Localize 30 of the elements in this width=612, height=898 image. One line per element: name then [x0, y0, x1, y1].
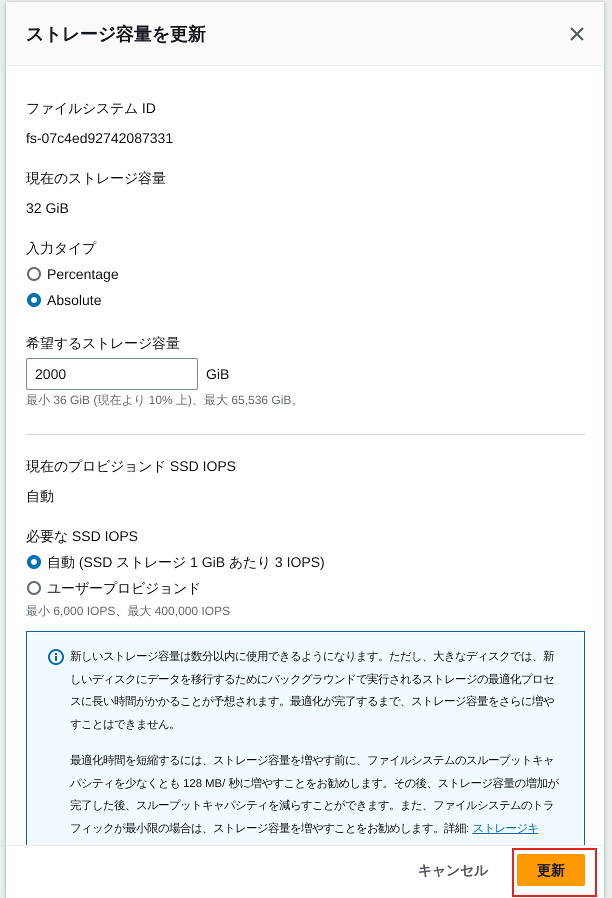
field-label: ファイルシステム ID [26, 99, 157, 118]
docs-link[interactable]: ストレージキ [472, 822, 538, 834]
field-hint: 最小 36 GiB (現在より 10% 上)、最大 65,536 GiB。 [26, 392, 304, 408]
radio-button[interactable] [27, 293, 41, 307]
field-label: 必要な SSD IOPS [26, 527, 140, 546]
field-label: 現在のストレージ容量 [26, 169, 167, 188]
radio-label[interactable]: 自動 (SSD ストレージ 1 GiB あたり 3 IOPS) [47, 552, 325, 572]
dialog-title: ストレージ容量を更新 [26, 22, 206, 46]
info-paragraph: 最適化時間を短縮するには、ストレージ容量を増やす前に、ファイルシステムのスループットキャパシティを少なくとも 128 MB/ 秒に増やすことをお勧めします。その後、ストレージ容量の増加が完了した後、スループットキャパシティを減らすことができます。また、ファイルシステムのトラフィックが最小限の場合は、ストレージ容量を増やすことをお勧めします。詳細: ストレージキ [70, 753, 560, 836]
field-hint: 最小 6,000 IOPS、最大 400,000 IOPS [26, 603, 232, 619]
close-button[interactable] [570, 26, 584, 40]
unit-label: GiB [206, 365, 230, 384]
field-label: 入力タイプ [26, 239, 98, 258]
field-value: fs-07c4ed92742087331 [26, 129, 174, 148]
storage-input[interactable]: 2000 [26, 358, 198, 390]
update-button[interactable]: 更新 [517, 854, 585, 886]
radio-label[interactable]: Percentage [47, 264, 119, 284]
field-label: 現在のプロビジョンド SSD IOPS [26, 457, 238, 476]
radio-button[interactable] [27, 581, 41, 595]
field-value: 32 GiB [26, 199, 70, 218]
cancel-button[interactable]: キャンセル [414, 854, 492, 886]
field-value: 自動 [26, 487, 55, 506]
close-icon [570, 26, 584, 40]
field-label: 希望するストレージ容量 [26, 334, 181, 353]
info-icon [48, 649, 64, 665]
radio-label[interactable]: Absolute [47, 290, 102, 310]
radio-label[interactable]: ユーザープロビジョンド [47, 578, 201, 598]
info-paragraph: 新しいストレージ容量は数分以内に使用できるようになります。ただし、大きなディスクでは、新しいディスクにデータを移行するためにバックグラウンドで実行されるストレージの最適化プロセスに長い時間がかかることが予想されます。最適化が完了するまで、ストレージ容量をさらに増やすことはできません。 [70, 649, 555, 732]
radio-button[interactable] [27, 267, 41, 281]
radio-button[interactable] [27, 555, 41, 569]
